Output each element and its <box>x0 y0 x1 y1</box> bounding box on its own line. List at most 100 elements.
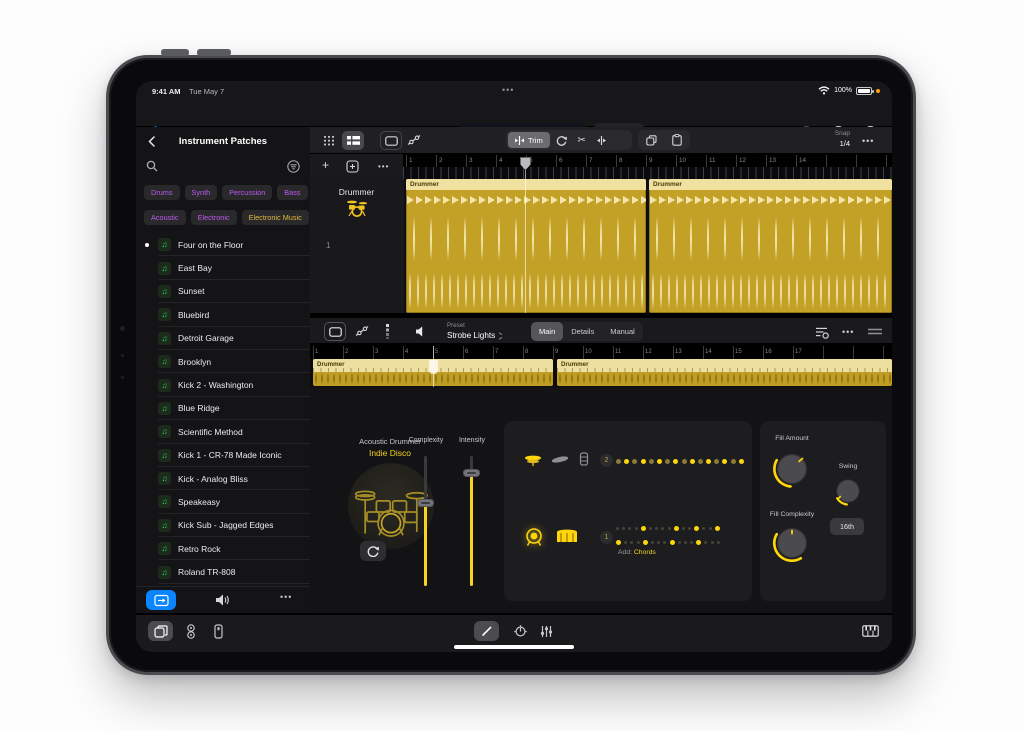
pattern-dot[interactable] <box>624 541 627 544</box>
editor-automation-icon[interactable] <box>354 324 370 338</box>
pattern-dot[interactable] <box>643 540 648 545</box>
pattern-dot[interactable] <box>682 527 685 530</box>
track-lane[interactable]: Drummer Drummer <box>403 179 892 313</box>
trim-mode-button[interactable]: Trim <box>508 132 550 148</box>
intensity-slider[interactable] <box>470 456 473 586</box>
pattern-dot[interactable] <box>722 459 727 464</box>
pattern-dot[interactable] <box>637 541 640 544</box>
patch-loading-button[interactable] <box>146 590 176 610</box>
snare-drum-icon[interactable] <box>556 529 578 545</box>
pattern-dot[interactable] <box>668 527 671 530</box>
pattern-dot[interactable] <box>651 541 654 544</box>
drummer-region-2[interactable]: Drummer <box>649 179 892 313</box>
patch-list-item[interactable]: Kick 1 - CR-78 Made Iconic <box>136 444 310 467</box>
patch-list-item[interactable]: Roland TR-808 <box>136 560 310 583</box>
editor-marquee-icon[interactable] <box>324 322 346 341</box>
plugins-panel-button[interactable] <box>206 621 231 641</box>
editor-playhead-handle[interactable] <box>429 360 438 374</box>
editor-tab[interactable]: Main <box>531 322 563 341</box>
pattern-dot[interactable] <box>657 459 662 464</box>
bar-ruler[interactable]: 1234567891011121314 <box>406 155 892 167</box>
home-indicator[interactable] <box>454 645 574 649</box>
editor-region-2[interactable]: Drummer <box>557 359 892 386</box>
pattern-dot[interactable] <box>714 459 719 464</box>
pattern-dot[interactable] <box>711 541 714 544</box>
search-icon[interactable] <box>146 160 158 172</box>
preset-selector[interactable]: Preset Strobe Lights <box>447 321 503 341</box>
patch-list-item[interactable]: Kick 2 - Washington <box>136 373 310 396</box>
paste-icon[interactable] <box>664 134 690 146</box>
patch-list-item[interactable]: East Bay <box>136 256 310 279</box>
kick-pattern-bottom-row[interactable] <box>616 538 748 546</box>
fill-complexity-knob[interactable] <box>770 521 814 565</box>
pattern-dot[interactable] <box>657 541 660 544</box>
filter-chip[interactable]: Bass <box>277 185 307 200</box>
marquee-tool-icon[interactable] <box>380 131 402 150</box>
velocity-icon[interactable] <box>382 323 392 339</box>
pattern-dot[interactable] <box>655 527 658 530</box>
track-more-icon[interactable]: ••• <box>378 162 389 171</box>
pattern-dot[interactable] <box>663 541 666 544</box>
hihat-icon[interactable] <box>524 453 542 467</box>
drummer-region-1[interactable]: Drummer <box>406 179 646 313</box>
patch-list-item[interactable]: Sunset <box>136 280 310 303</box>
automation-icon[interactable] <box>406 133 422 147</box>
pattern-dot[interactable] <box>690 459 695 464</box>
pattern-dot[interactable] <box>698 459 703 464</box>
pattern-dot[interactable] <box>682 459 687 464</box>
copy-icon[interactable] <box>638 135 664 146</box>
filter-chip[interactable]: Percussion <box>222 185 272 200</box>
pattern-dot[interactable] <box>739 459 744 464</box>
pattern-dot[interactable] <box>674 526 679 531</box>
pattern-dot[interactable] <box>635 527 638 530</box>
pattern-dot[interactable] <box>694 526 699 531</box>
pattern-dot[interactable] <box>649 527 652 530</box>
filter-icon[interactable] <box>287 160 300 173</box>
pattern-dot[interactable] <box>715 526 720 531</box>
kick-pattern-top-row[interactable] <box>616 524 748 532</box>
pattern-dot[interactable] <box>616 527 619 530</box>
filter-chip[interactable]: Acoustic <box>144 210 186 225</box>
pattern-dot[interactable] <box>731 459 736 464</box>
pattern-dot[interactable] <box>702 527 705 530</box>
pattern-dot[interactable] <box>641 459 646 464</box>
pattern-dot[interactable] <box>673 459 678 464</box>
patch-list-item[interactable]: Speakeasy <box>136 490 310 513</box>
snap-setting[interactable]: Snap 1/4 <box>816 129 850 149</box>
pattern-dot[interactable] <box>649 459 654 464</box>
pattern-dot[interactable] <box>661 527 664 530</box>
panel-resize-handle[interactable] <box>868 328 882 335</box>
multitask-dots-icon[interactable]: ••• <box>502 85 514 95</box>
tracks-view-icon[interactable] <box>342 131 364 150</box>
kick-drum-icon[interactable] <box>524 527 544 547</box>
editor-more-icon[interactable]: ••• <box>842 327 854 337</box>
swing-knob[interactable] <box>831 474 865 508</box>
filter-chip[interactable]: Synth <box>185 185 218 200</box>
pattern-dot[interactable] <box>616 459 621 464</box>
pattern-dot[interactable] <box>630 541 633 544</box>
nudge-dial-button[interactable] <box>508 621 533 641</box>
refresh-pattern-button[interactable] <box>360 541 386 561</box>
grid-editor-icon[interactable] <box>322 134 335 146</box>
editor-bar-ruler[interactable]: 1234567891011121314151617 <box>313 346 892 359</box>
faders-button[interactable] <box>534 621 559 641</box>
editor-filter-settings-icon[interactable] <box>814 325 830 339</box>
pattern-dot[interactable] <box>641 526 646 531</box>
toolbar-more-icon[interactable]: ••• <box>862 136 874 146</box>
pattern-dot[interactable] <box>670 540 675 545</box>
fill-amount-knob[interactable] <box>770 447 814 491</box>
pattern-dot[interactable] <box>628 527 631 530</box>
keyboard-button[interactable] <box>858 621 883 641</box>
loop-tool-icon[interactable] <box>552 135 572 146</box>
filter-chip[interactable]: Electronic Music <box>242 210 309 225</box>
patch-list-item[interactable]: Four on the Floor <box>136 233 310 256</box>
pattern-dot[interactable] <box>709 527 712 530</box>
patch-list-item[interactable]: Blue Ridge <box>136 397 310 420</box>
browser-panel-button[interactable] <box>148 621 173 641</box>
note-value-button[interactable]: 16th <box>830 518 864 535</box>
beat-tick-strip[interactable] <box>403 167 892 179</box>
pattern-dot[interactable] <box>624 459 629 464</box>
pattern-dot[interactable] <box>704 541 707 544</box>
editor-tab[interactable]: Manual <box>602 322 643 341</box>
split-scissors-icon[interactable]: ✂ <box>572 135 592 146</box>
